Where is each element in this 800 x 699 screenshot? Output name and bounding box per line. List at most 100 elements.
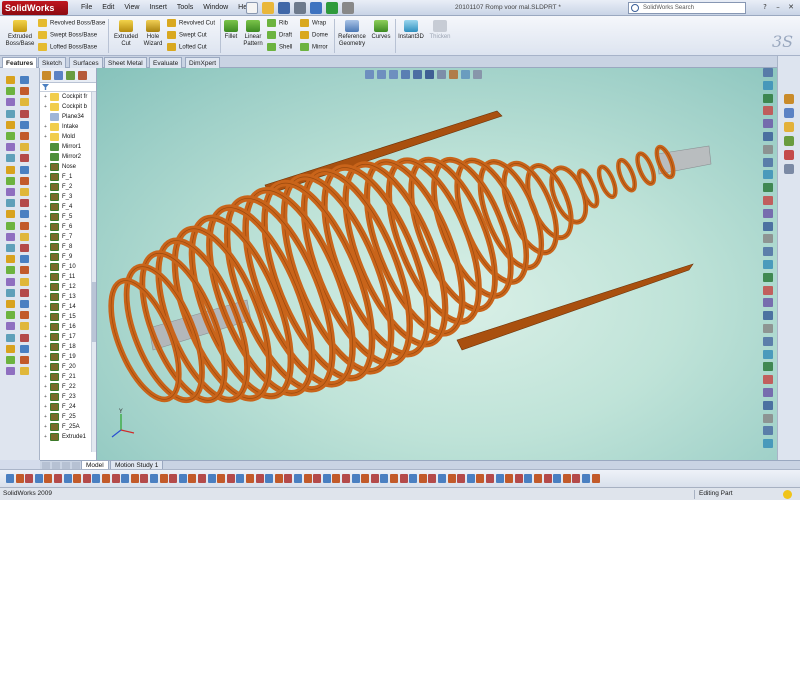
draft-button[interactable]: Draft xyxy=(267,31,292,40)
arc-icon[interactable] xyxy=(476,474,485,483)
view-palette-icon[interactable] xyxy=(784,136,794,146)
mirror-button[interactable]: Mirror xyxy=(300,43,328,52)
tree-node[interactable]: + F_23 xyxy=(40,392,96,402)
rib-button[interactable]: Rib xyxy=(267,19,288,28)
dome-button[interactable]: Dome xyxy=(300,31,328,40)
circle-icon[interactable] xyxy=(20,255,29,264)
expand-toggle[interactable]: + xyxy=(43,415,48,420)
relation-icon[interactable] xyxy=(591,474,600,483)
menu-view[interactable]: View xyxy=(119,0,144,16)
lofted-boss-button[interactable]: Lofted Boss/Base xyxy=(38,43,97,52)
linear-pattern-button[interactable]: Linear Pattern xyxy=(241,20,265,48)
first-tab-arrow-icon[interactable] xyxy=(42,462,50,469)
arc-icon[interactable] xyxy=(130,474,139,483)
rebuild-icon[interactable] xyxy=(326,2,338,14)
spline-icon[interactable] xyxy=(20,277,29,286)
tree-node[interactable]: + F_17 xyxy=(40,332,96,342)
expand-toggle[interactable]: + xyxy=(43,95,48,100)
zoom-icon[interactable] xyxy=(763,362,773,372)
tab-sheet-metal[interactable]: Sheet Metal xyxy=(104,57,147,68)
tree-scrollbar[interactable] xyxy=(91,92,96,452)
point-icon[interactable] xyxy=(20,120,29,129)
arc-icon[interactable] xyxy=(6,277,15,286)
expand-toggle[interactable]: + xyxy=(43,435,48,440)
dimension-icon[interactable] xyxy=(236,474,245,483)
trim-icon[interactable] xyxy=(6,232,15,241)
line-icon[interactable] xyxy=(15,474,24,483)
spline-icon[interactable] xyxy=(572,474,581,483)
expand-toggle[interactable]: + xyxy=(43,195,48,200)
line-icon[interactable] xyxy=(20,333,29,342)
prev-tab-arrow-icon[interactable] xyxy=(52,462,60,469)
tree-node[interactable]: + F_11 xyxy=(40,272,96,282)
menu-file[interactable]: File xyxy=(76,0,97,16)
tab-evaluate[interactable]: Evaluate xyxy=(149,57,183,68)
tab-sketch[interactable]: Sketch xyxy=(38,57,66,68)
expand-toggle[interactable]: + xyxy=(43,175,48,180)
expand-toggle[interactable]: + xyxy=(43,375,48,380)
trim-icon[interactable] xyxy=(6,143,15,152)
select-icon[interactable] xyxy=(6,474,14,483)
extruded-cut-button[interactable]: Extruded Cut xyxy=(111,20,141,48)
undo-icon[interactable] xyxy=(310,2,322,14)
expand-toggle[interactable]: + xyxy=(43,285,48,290)
measure-icon[interactable] xyxy=(763,234,773,244)
tree-node[interactable]: + F_18 xyxy=(40,342,96,352)
pan-icon[interactable] xyxy=(763,349,773,359)
relation-icon[interactable] xyxy=(73,474,82,483)
save-icon[interactable] xyxy=(278,2,290,14)
tree-node[interactable]: + F_25A xyxy=(40,422,96,432)
expand-toggle[interactable]: + xyxy=(43,275,48,280)
dimension-icon[interactable] xyxy=(63,474,72,483)
design-library-icon[interactable] xyxy=(784,108,794,118)
point-icon[interactable] xyxy=(20,210,29,219)
line-icon[interactable] xyxy=(6,76,15,84)
pan-icon[interactable] xyxy=(763,439,773,449)
offset-icon[interactable] xyxy=(6,244,15,252)
tree-scroll-thumb[interactable] xyxy=(92,282,96,342)
expand-toggle[interactable]: + xyxy=(43,255,48,260)
expand-toggle[interactable] xyxy=(43,155,48,160)
rotate-icon[interactable] xyxy=(763,336,773,346)
relation-icon[interactable] xyxy=(418,474,427,483)
expand-toggle[interactable]: + xyxy=(43,105,48,110)
circle-icon[interactable] xyxy=(6,176,15,185)
line-icon[interactable] xyxy=(534,474,542,483)
appearance-icon[interactable] xyxy=(763,311,773,321)
tab-dimxpert[interactable]: DimXpert xyxy=(185,57,221,68)
line-icon[interactable] xyxy=(361,474,370,483)
section-icon[interactable] xyxy=(763,208,773,218)
circle-icon[interactable] xyxy=(34,474,43,483)
graphics-area[interactable]: Y xyxy=(97,68,777,460)
expand-toggle[interactable]: + xyxy=(43,365,48,370)
trim-icon[interactable] xyxy=(82,474,91,483)
circle-icon[interactable] xyxy=(553,474,562,483)
circle-icon[interactable] xyxy=(6,87,15,96)
appearance-icon[interactable] xyxy=(763,132,773,141)
lofted-cut-button[interactable]: Lofted Cut xyxy=(167,43,207,52)
tree-node[interactable]: + Cockpit b xyxy=(40,102,96,112)
search-input[interactable]: SolidWorks Search xyxy=(628,2,746,14)
tree-node[interactable]: + Nose xyxy=(40,162,96,172)
offset-icon[interactable] xyxy=(6,154,15,163)
trim-icon[interactable] xyxy=(20,311,29,320)
spline-icon[interactable] xyxy=(20,188,29,196)
arc-icon[interactable] xyxy=(562,474,571,483)
tree-node[interactable]: + F_12 xyxy=(40,282,96,292)
select-icon[interactable] xyxy=(178,474,187,483)
minimize-icon[interactable]: – xyxy=(773,2,783,12)
dimension-icon[interactable] xyxy=(495,474,504,483)
rotate-icon[interactable] xyxy=(763,426,773,436)
arc-icon[interactable] xyxy=(20,356,29,364)
expand-toggle[interactable]: + xyxy=(43,395,48,400)
rectangle-icon[interactable] xyxy=(543,474,552,483)
arc-icon[interactable] xyxy=(20,266,29,275)
expand-toggle[interactable]: + xyxy=(43,385,48,390)
revolved-boss-button[interactable]: Revolved Boss/Base xyxy=(38,19,105,28)
spline-icon[interactable] xyxy=(313,474,322,483)
tree-node[interactable]: + F_13 xyxy=(40,292,96,302)
swept-boss-button[interactable]: Swept Boss/Base xyxy=(38,31,97,40)
instant3d-button[interactable]: Instant3D xyxy=(397,20,425,41)
configuration-manager-icon[interactable] xyxy=(66,71,75,80)
tree-node[interactable]: + F_7 xyxy=(40,232,96,242)
